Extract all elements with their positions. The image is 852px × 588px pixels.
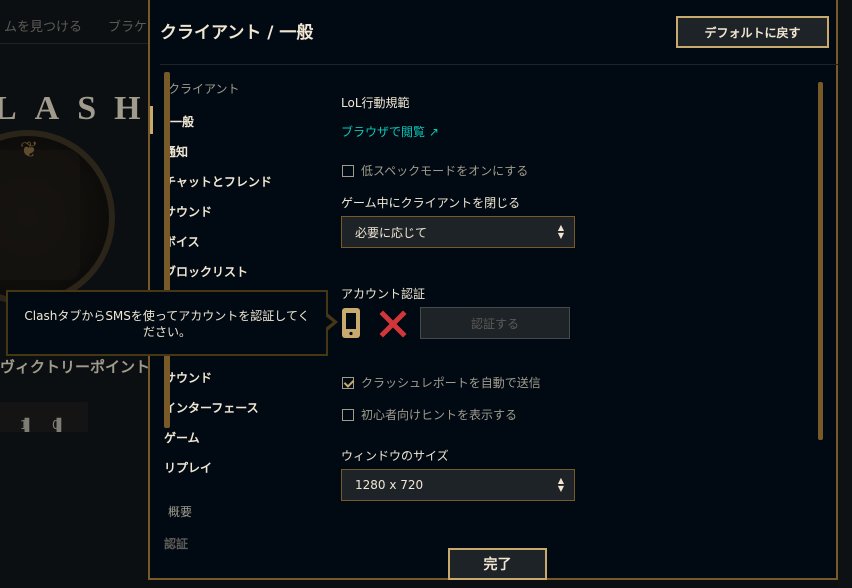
close-client-value: 必要に応じて (355, 225, 428, 240)
conduct-title: LoL行動規範 (341, 96, 410, 110)
chevron-updown-icon: ▲ ▼ (557, 476, 564, 493)
nav-find-match[interactable]: ムを見つける (4, 16, 82, 35)
window-size-label: ウィンドウのサイズ (341, 449, 449, 463)
done-button[interactable]: 完了 (448, 548, 547, 580)
sidebar-item-replay[interactable]: リプレイ (164, 459, 212, 476)
low-spec-checkbox-row[interactable]: 低スペックモードをオンにする (342, 162, 528, 179)
sidebar-section-client: クライアント (168, 82, 240, 96)
beginner-hints-checkbox[interactable] (342, 408, 354, 421)
sidebar-item-game-sound[interactable]: サウンド (164, 369, 212, 386)
close-client-label: ゲーム中にクライアントを閉じる (341, 196, 521, 210)
client-window: ムを見つける ブラケ LASH ❦ ヴィクトリーポイント ▐ 1 ▐ 0 クライアン… (0, 0, 852, 588)
close-client-select[interactable]: 必要に応じて ▲ ▼ (341, 216, 575, 248)
content-scrollbar[interactable] (818, 82, 823, 440)
sidebar-item-game[interactable]: ゲーム (164, 429, 200, 446)
phone-icon (341, 307, 361, 339)
low-spec-label: 低スペックモードをオンにする (361, 164, 529, 178)
beginner-hints-label: 初心者向けヒントを表示する (361, 408, 518, 422)
browser-link[interactable]: ブラウザで閲覧 ↗ (341, 123, 439, 140)
stat-chips: ▐ 1 ▐ 0 (0, 402, 88, 432)
clash-banner (0, 150, 80, 280)
active-indicator (150, 106, 153, 134)
verify-button[interactable]: 認証する (420, 307, 570, 339)
nav-bracket[interactable]: ブラケ (108, 16, 147, 35)
sidebar-section-about[interactable]: 概要 (168, 503, 192, 520)
verification-tooltip: ClashタブからSMSを使ってアカウントを認証してください。 (6, 290, 328, 356)
sidebar-item-chat-friends[interactable]: チャットとフレンド (164, 173, 272, 190)
tooltip-arrow-inner (324, 315, 333, 329)
sidebar-scrollbar[interactable] (164, 72, 170, 428)
page-title: クライアント / 一般 (160, 23, 314, 43)
window-size-select[interactable]: 1280 x 720 ▲ ▼ (341, 469, 575, 501)
reset-defaults-button[interactable]: デフォルトに戻す (676, 16, 829, 48)
account-verify-label: アカウント認証 (341, 287, 426, 301)
tooltip-text: ClashタブからSMSを使ってアカウントを認証してください。 (24, 309, 310, 339)
crash-report-label: クラッシュレポートを自動で送信 (361, 376, 541, 390)
crash-report-checkbox-row[interactable]: クラッシュレポートを自動で送信 (342, 374, 541, 391)
crown-icon: ❦ (20, 138, 39, 163)
sidebar-item-block-list[interactable]: ブロックリスト (164, 263, 248, 280)
low-spec-checkbox[interactable] (342, 164, 354, 177)
x-mark-icon (379, 310, 407, 338)
crash-report-checkbox[interactable] (342, 376, 354, 389)
title-divider (160, 64, 838, 65)
sidebar-item-general[interactable]: 一般 (170, 113, 194, 130)
sidebar-item-verification[interactable]: 認証 (164, 535, 188, 552)
victory-points-label: ヴィクトリーポイント (0, 358, 151, 376)
sidebar-item-interface[interactable]: インターフェース (164, 399, 259, 416)
window-size-value: 1280 x 720 (355, 478, 424, 492)
right-edge-strip (838, 0, 852, 588)
sidebar-item-sound[interactable]: サウンド (164, 203, 212, 220)
chevron-updown-icon: ▲ ▼ (557, 223, 564, 240)
beginner-hints-checkbox-row[interactable]: 初心者向けヒントを表示する (342, 406, 517, 423)
clash-logo-text: LASH (0, 90, 159, 127)
